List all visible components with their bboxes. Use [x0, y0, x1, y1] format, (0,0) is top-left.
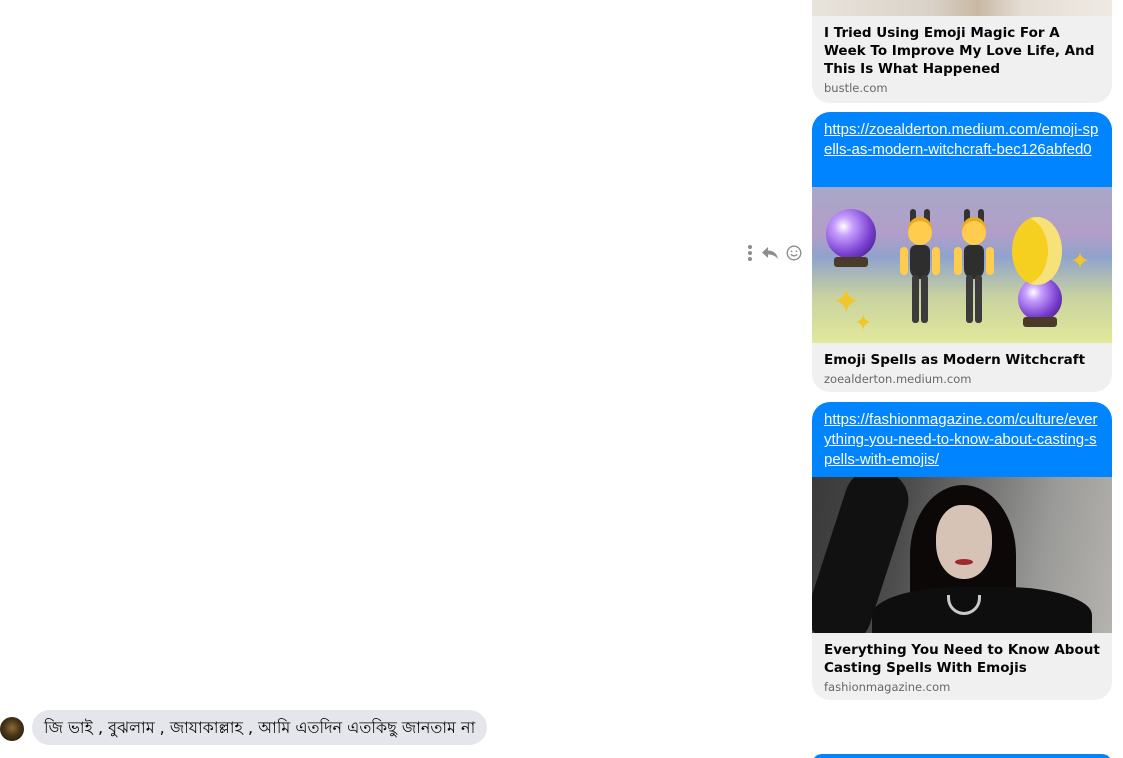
- incoming-message-bubble[interactable]: জি ভাই , বুঝলাম , জাযাকাল্লাহ , আমি এতদি…: [32, 710, 488, 745]
- link-preview-domain: bustle.com: [824, 81, 888, 95]
- link-preview-meta: I Tried Using Emoji Magic For A Week To …: [812, 16, 1112, 103]
- link-preview-title: I Tried Using Emoji Magic For A Week To …: [824, 25, 1095, 77]
- link-preview-domain: fashionmagazine.com: [824, 680, 951, 694]
- reply-icon[interactable]: [760, 242, 780, 264]
- react-icon[interactable]: [784, 242, 804, 264]
- avatar[interactable]: [0, 717, 24, 741]
- link-preview-image[interactable]: [812, 477, 1112, 633]
- link-preview-title: Emoji Spells as Modern Witchcraft: [824, 352, 1086, 368]
- message-hover-actions: [740, 242, 806, 264]
- link-preview-domain: zoealderton.medium.com: [824, 372, 972, 386]
- link-preview-card-bustle[interactable]: I Tried Using Emoji Magic For A Week To …: [812, 0, 1112, 103]
- link-preview-meta: Everything You Need to Know About Castin…: [812, 633, 1112, 700]
- link-message-bubble: https://zoealderton.medium.com/emoji-spe…: [812, 112, 1112, 187]
- message-link[interactable]: https://fashionmagazine.com/culture/ever…: [824, 410, 1100, 470]
- more-icon[interactable]: [740, 242, 760, 264]
- link-message-fashionmagazine[interactable]: https://fashionmagazine.com/culture/ever…: [812, 402, 1112, 700]
- message-link[interactable]: https://zoealderton.medium.com/emoji-spe…: [824, 120, 1100, 160]
- link-message-bubble: https://fashionmagazine.com/culture/ever…: [812, 402, 1112, 477]
- next-message-bubble[interactable]: [812, 754, 1112, 758]
- link-message-medium[interactable]: https://zoealderton.medium.com/emoji-spe…: [812, 112, 1112, 392]
- link-preview-image[interactable]: ✦ ✦ ✦: [812, 187, 1112, 343]
- link-preview-meta: Emoji Spells as Modern Witchcraft zoeald…: [812, 343, 1112, 392]
- link-preview-title: Everything You Need to Know About Castin…: [824, 642, 1100, 676]
- link-preview-image: [812, 0, 1112, 16]
